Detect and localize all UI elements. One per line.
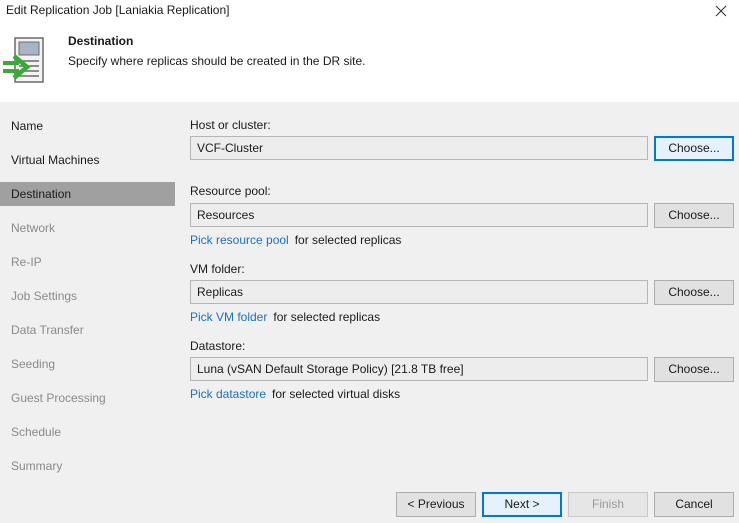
choose-vm-folder-button[interactable]: Choose... — [654, 280, 734, 305]
vm-folder-link-row: Pick VM folder for selected replicas — [190, 310, 380, 324]
host-label: Host or cluster: — [190, 118, 271, 132]
sidebar-item-virtual-machines[interactable]: Virtual Machines — [0, 148, 175, 172]
next-button[interactable]: Next > — [482, 492, 562, 517]
sidebar-item-network[interactable]: Network — [0, 216, 175, 240]
host-field[interactable]: VCF-Cluster — [190, 136, 648, 160]
choose-host-button[interactable]: Choose... — [654, 136, 734, 161]
finish-button[interactable]: Finish — [568, 492, 648, 517]
datastore-field[interactable]: Luna (vSAN Default Storage Policy) [21.8… — [190, 357, 648, 381]
page-subtitle: Specify where replicas should be created… — [68, 54, 366, 68]
wizard-footer: < Previous Next > Finish Cancel — [0, 482, 739, 523]
vm-folder-field[interactable]: Replicas — [190, 280, 648, 304]
previous-button[interactable]: < Previous — [396, 492, 476, 517]
vm-folder-link-suffix: for selected replicas — [273, 310, 381, 324]
pick-datastore-link[interactable]: Pick datastore — [190, 387, 266, 401]
datastore-label: Datastore: — [190, 339, 246, 353]
cancel-button[interactable]: Cancel — [654, 492, 734, 517]
datastore-link-suffix: for selected virtual disks — [272, 387, 401, 401]
wizard-header: Destination Specify where replicas shoul… — [0, 22, 739, 102]
sidebar-item-seeding[interactable]: Seeding — [0, 352, 175, 376]
datastore-link-row: Pick datastore for selected virtual disks — [190, 387, 400, 401]
sidebar-item-job-settings[interactable]: Job Settings — [0, 284, 175, 308]
pick-vm-folder-link[interactable]: Pick VM folder — [190, 310, 267, 324]
replication-job-dialog: Edit Replication Job [Laniakia Replicati… — [0, 0, 739, 523]
page-title: Destination — [68, 34, 134, 48]
sidebar-item-schedule[interactable]: Schedule — [0, 420, 175, 444]
resource-pool-label: Resource pool: — [190, 184, 271, 198]
close-button[interactable] — [703, 0, 739, 22]
sidebar-item-name[interactable]: Name — [0, 114, 175, 138]
destination-form: Host or cluster: VCF-Cluster Choose... R… — [176, 102, 739, 482]
wizard-body: Name Virtual Machines Destination Networ… — [0, 102, 739, 523]
choose-datastore-button[interactable]: Choose... — [654, 357, 734, 382]
choose-resource-pool-button[interactable]: Choose... — [654, 203, 734, 228]
close-icon — [715, 5, 727, 17]
vm-folder-label: VM folder: — [190, 262, 245, 276]
wizard-steps-sidebar: Name Virtual Machines Destination Networ… — [0, 102, 175, 482]
pick-resource-pool-link[interactable]: Pick resource pool — [190, 233, 289, 247]
resource-pool-field[interactable]: Resources — [190, 203, 648, 227]
sidebar-item-summary[interactable]: Summary — [0, 454, 175, 478]
sidebar-item-destination[interactable]: Destination — [0, 182, 175, 206]
server-arrow-icon — [3, 37, 44, 83]
title-bar: Edit Replication Job [Laniakia Replicati… — [0, 0, 739, 22]
resource-pool-link-row: Pick resource pool for selected replicas — [190, 233, 401, 247]
sidebar-item-guest-processing[interactable]: Guest Processing — [0, 386, 175, 410]
sidebar-item-re-ip[interactable]: Re-IP — [0, 250, 175, 274]
sidebar-item-data-transfer[interactable]: Data Transfer — [0, 318, 175, 342]
window-title: Edit Replication Job [Laniakia Replicati… — [6, 3, 230, 17]
resource-pool-link-suffix: for selected replicas — [294, 233, 402, 247]
